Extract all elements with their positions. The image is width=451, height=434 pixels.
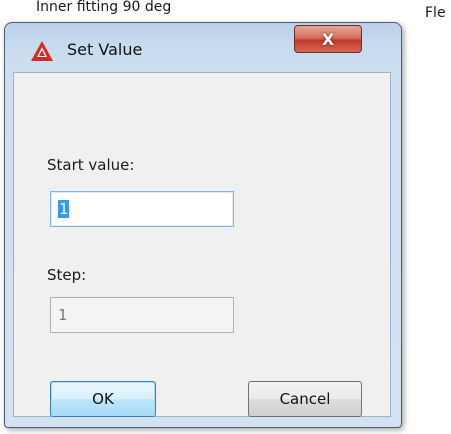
start-value-label: Start value: [47, 156, 135, 174]
cancel-button[interactable]: Cancel [248, 381, 362, 417]
title-bar[interactable]: Set Value X [5, 23, 401, 65]
close-icon: X [321, 29, 335, 49]
background-column-text: Fle [425, 5, 446, 21]
dialog-title: Set Value [67, 40, 143, 59]
step-value-text: 1 [58, 306, 68, 324]
background-row-text: Inner fitting 90 deg [36, 0, 172, 15]
close-button[interactable]: X [294, 25, 362, 53]
dialog-body: Start value: 1 Step: 1 OK Cancel [13, 72, 391, 417]
step-input[interactable]: 1 [50, 297, 234, 333]
step-label: Step: [47, 266, 87, 284]
start-value-text: 1 [58, 200, 70, 218]
autocad-app-icon [31, 41, 53, 61]
start-value-input[interactable]: 1 [50, 191, 234, 227]
set-value-dialog: Set Value X Start value: 1 Step: 1 OK Ca… [4, 22, 402, 428]
ok-button[interactable]: OK [50, 381, 156, 417]
